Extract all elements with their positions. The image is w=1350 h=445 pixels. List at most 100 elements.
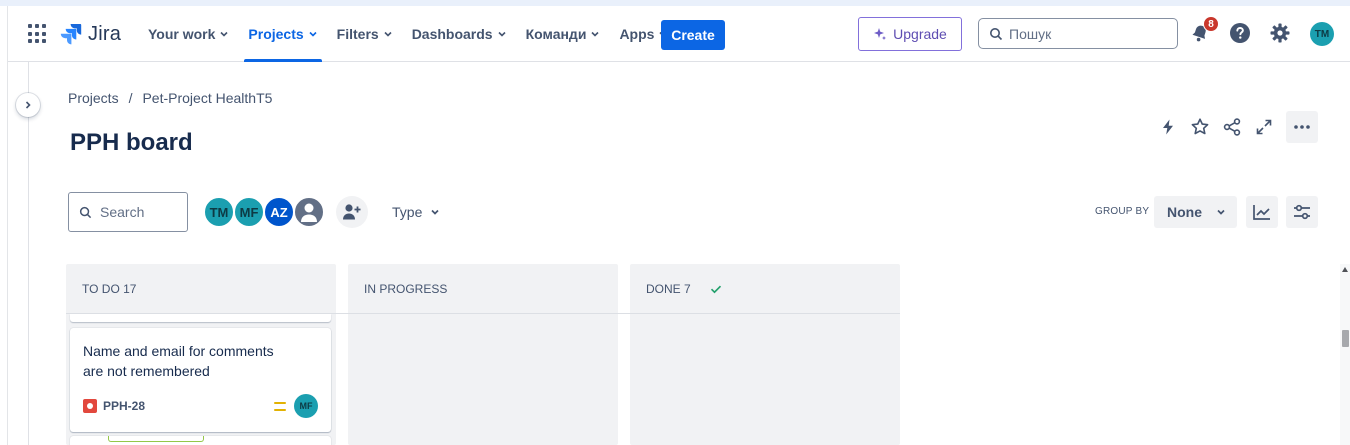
breadcrumb-project-name[interactable]: Pet-Project HealthT5 [142,90,272,106]
nav-teams-label: Команди [525,26,587,42]
sidebar-divider [28,62,29,445]
more-icon [1294,125,1310,129]
unassigned-avatar[interactable] [293,196,325,228]
column-header-in-progress: IN PROGRESS [348,264,618,314]
column-title-done: DONE [646,282,681,296]
jira-logo-text: Jira [88,22,122,45]
check-icon [710,285,721,294]
breadcrumb-projects[interactable]: Projects [68,90,119,106]
nav-dashboards[interactable]: Dashboards [408,6,511,62]
column-title-todo: TO DO [82,282,120,296]
label-tag [108,436,204,442]
group-by-value: None [1167,204,1202,220]
star-button[interactable] [1184,111,1216,143]
nav-projects-label: Projects [248,26,304,42]
medium-priority-icon [274,401,286,411]
share-button[interactable] [1216,111,1248,143]
scrollbar-thumb[interactable] [1342,330,1349,347]
chevron-down-icon [220,31,228,37]
type-filter-dropdown[interactable]: Type [384,196,448,228]
nav-your-work[interactable]: Your work [144,6,233,62]
assignee-filter: TM MF AZ [203,196,325,228]
assignee-avatar-az[interactable]: AZ [263,196,295,228]
issue-card-footer: PPH-28 MF [83,394,318,418]
issue-card[interactable]: Name and email for comments are not reme… [70,328,331,432]
breadcrumb-separator: / [128,90,133,106]
column-title-in-progress: IN PROGRESS [364,282,448,296]
chevron-right-icon [25,101,31,109]
create-button[interactable]: Create [661,20,725,50]
nav-filters-label: Filters [336,26,379,42]
chevron-down-icon [309,31,317,37]
chevron-down-icon [591,31,600,37]
chevron-down-icon [431,209,439,215]
column-done: DONE 7 [630,264,900,445]
notification-count-badge: 8 [1203,16,1219,32]
sparkle-icon [874,28,887,40]
column-count-done: 7 [684,282,691,296]
group-by-label: GROUP BY [1095,206,1150,217]
search-icon [79,206,92,218]
help-icon [1230,23,1250,43]
gear-icon [1270,23,1290,43]
global-search[interactable] [978,18,1178,49]
assignee-avatar-tm[interactable]: TM [203,196,235,228]
scroll-up-arrow-icon[interactable] [1342,267,1348,272]
chevron-down-icon [498,31,506,37]
issue-summary: Name and email for comments are not reme… [83,343,274,379]
board-scrollbar[interactable] [1340,264,1350,445]
board-search-input[interactable] [100,204,180,220]
issue-key[interactable]: PPH-28 [103,399,145,413]
search-icon [990,27,1003,40]
page-title: PPH board [70,129,193,156]
jira-logo-icon [60,24,82,45]
settings-button[interactable] [1268,21,1292,45]
board-search[interactable] [68,192,188,232]
more-actions-button[interactable] [1286,111,1318,143]
board-header-actions [1152,110,1318,144]
chart-icon [1253,205,1270,220]
nav-dashboards-label: Dashboards [411,26,493,42]
user-avatar[interactable]: TM [1310,22,1334,46]
add-person-icon [343,204,361,220]
column-header-todo: TO DO 17 [66,264,336,314]
group-by-select[interactable]: None [1154,196,1237,228]
nav-apps-label: Apps [619,26,655,42]
window-left-edge [0,6,8,445]
upgrade-label: Upgrade [893,26,947,42]
type-filter-label: Type [392,204,423,220]
nav-teams[interactable]: Команди [522,6,605,62]
nav-filters[interactable]: Filters [333,6,397,62]
nav-projects[interactable]: Projects [244,6,322,62]
share-icon [1223,118,1241,136]
expand-sidebar-button[interactable] [16,93,40,117]
top-navigation: Jira Your work Projects Filters Dashboar… [8,6,1350,62]
sliders-icon [1294,204,1310,220]
automation-button[interactable] [1152,111,1184,143]
upgrade-button[interactable]: Upgrade [858,17,962,51]
global-search-input[interactable] [1009,25,1169,42]
help-button[interactable] [1228,21,1252,45]
add-people-button[interactable] [336,196,368,228]
jira-logo[interactable]: Jira [60,22,121,46]
column-count-todo: 17 [123,282,137,296]
issue-assignee-avatar[interactable]: MF [294,394,318,418]
issue-card-partial[interactable] [70,314,331,322]
chevron-down-icon [384,31,392,37]
bug-icon [83,399,97,413]
star-icon [1191,118,1209,135]
primary-nav: Your work Projects Filters Dashboards Ко… [144,6,683,62]
chevron-down-icon [1217,209,1225,215]
nav-your-work-label: Your work [148,26,216,42]
breadcrumb: Projects / Pet-Project HealthT5 [68,90,272,106]
expand-icon [1256,119,1272,135]
fullscreen-button[interactable] [1248,111,1280,143]
issue-card-partial[interactable] [70,436,331,445]
column-in-progress: IN PROGRESS [348,264,618,445]
insights-button[interactable] [1246,196,1278,228]
assignee-avatar-mf[interactable]: MF [233,196,265,228]
column-header-done: DONE 7 [630,264,900,314]
lightning-icon [1163,119,1173,135]
view-settings-button[interactable] [1286,196,1318,228]
app-switcher-icon[interactable] [28,24,48,44]
